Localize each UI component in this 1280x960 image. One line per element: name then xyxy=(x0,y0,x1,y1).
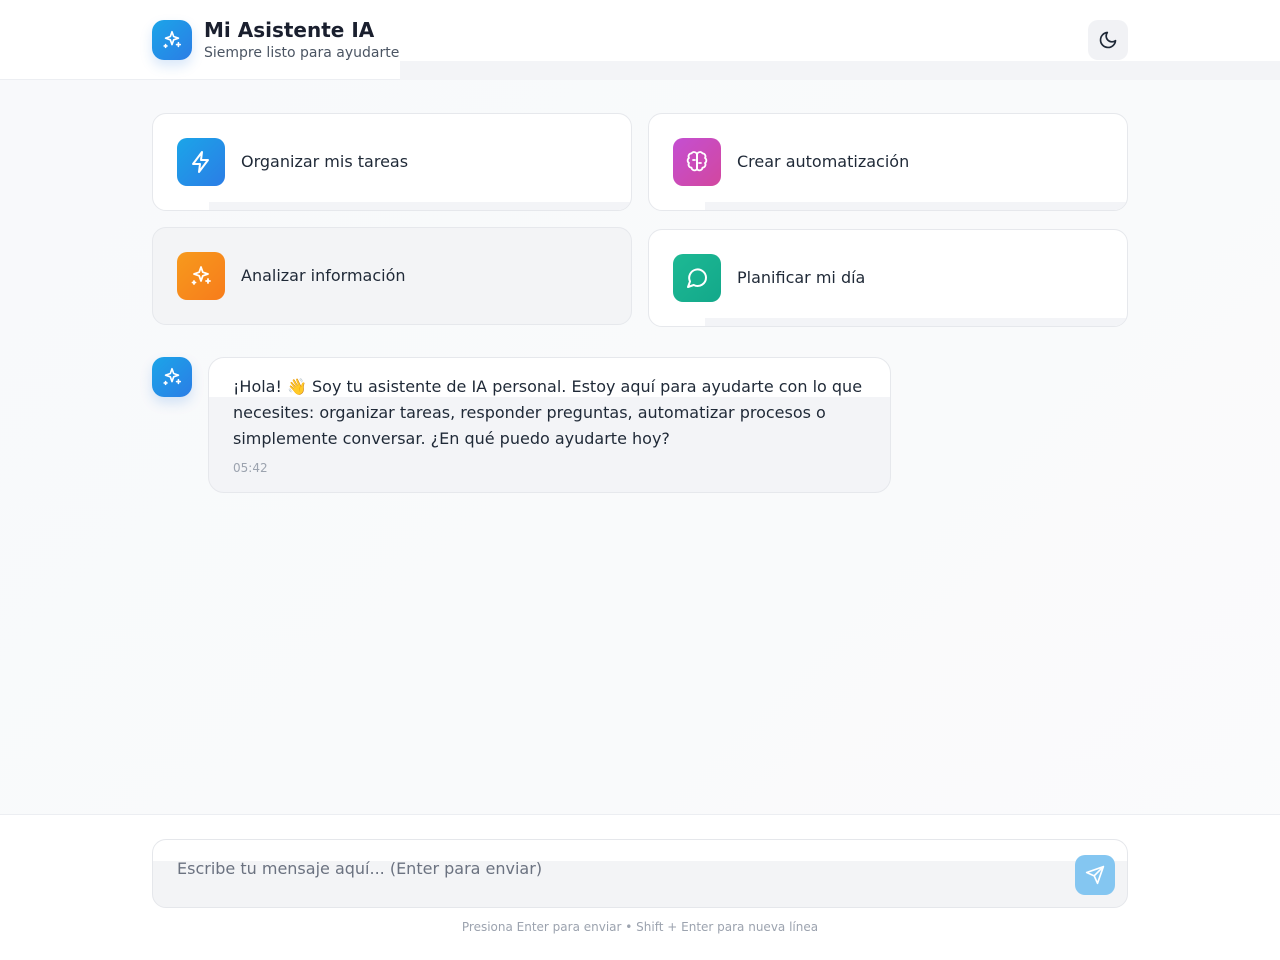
assistant-avatar xyxy=(152,357,192,397)
sparkles-icon xyxy=(163,30,182,49)
app-title: Mi Asistente IA xyxy=(204,18,375,42)
quick-action-organize-tasks[interactable]: Organizar mis tareas xyxy=(152,113,632,211)
message-input[interactable] xyxy=(177,854,1057,882)
sparkles-icon xyxy=(191,266,211,285)
quick-action-icon-box xyxy=(177,252,225,300)
app-subtitle: Siempre listo para ayudarte xyxy=(204,45,400,61)
message-composer xyxy=(152,839,1128,908)
quick-action-analyze-information[interactable]: Analizar información xyxy=(152,227,632,325)
composer-hint: Presiona Enter para enviar • Shift + Ent… xyxy=(461,920,819,934)
brain-icon xyxy=(686,151,708,172)
sparkles-icon xyxy=(163,367,182,386)
quick-action-label: Planificar mi día xyxy=(737,268,866,287)
quick-action-icon-box xyxy=(673,254,721,302)
quick-action-label: Crear automatización xyxy=(737,152,910,171)
quick-action-plan-day[interactable]: Planificar mi día xyxy=(648,229,1128,327)
theme-toggle-button[interactable] xyxy=(1088,20,1128,60)
message-text: ¡Hola! 👋 Soy tu asistente de IA personal… xyxy=(233,377,863,448)
app-header: Mi Asistente IA Siempre listo para ayuda… xyxy=(0,0,1280,80)
app-logo xyxy=(152,20,192,60)
header-decoration xyxy=(400,61,1280,80)
moon-icon xyxy=(1099,31,1117,49)
message-timestamp: 05:42 xyxy=(233,461,268,475)
send-icon xyxy=(1085,865,1105,885)
lightning-icon xyxy=(192,151,209,173)
quick-action-label: Organizar mis tareas xyxy=(241,152,409,171)
quick-action-label: Analizar información xyxy=(241,266,406,285)
quick-action-create-automation[interactable]: Crear automatización xyxy=(648,113,1128,211)
assistant-message-bubble: ¡Hola! 👋 Soy tu asistente de IA personal… xyxy=(208,357,891,493)
quick-action-icon-box xyxy=(177,138,225,186)
quick-action-icon-box xyxy=(673,138,721,186)
message-circle-icon xyxy=(687,268,708,288)
send-button[interactable] xyxy=(1075,855,1115,895)
